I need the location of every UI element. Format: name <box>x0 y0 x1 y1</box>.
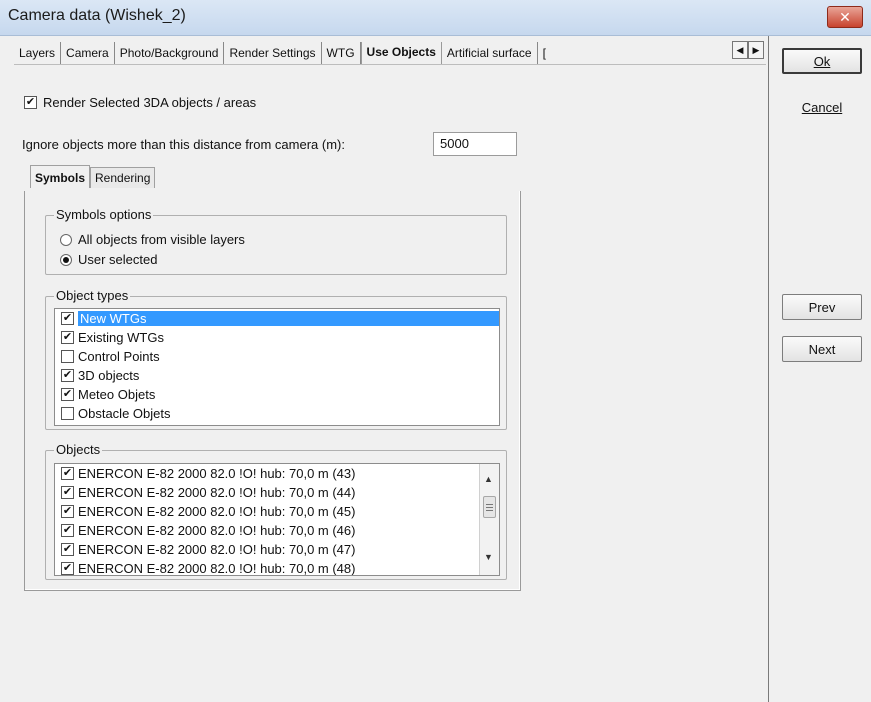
item-checkbox[interactable]: ✔ <box>61 331 74 344</box>
scroll-up-icon[interactable]: ▲ <box>484 474 493 484</box>
item-checkbox[interactable]: ✔ <box>61 369 74 382</box>
arrow-left-icon: ◀ <box>736 44 744 55</box>
render-selected-checkbox[interactable]: ✔ <box>24 96 37 109</box>
tab-scroll-right-button[interactable]: ▶ <box>748 41 764 59</box>
item-checkbox[interactable]: ✔ <box>61 543 74 556</box>
tab-layers[interactable]: Layers <box>14 42 62 64</box>
symbols-options-title: Symbols options <box>54 207 154 222</box>
radio-user-selected[interactable] <box>60 253 72 266</box>
arrow-right-icon: ▶ <box>752 44 760 55</box>
distance-row: Ignore objects more than this distance f… <box>22 137 345 152</box>
ok-button-label: Ok <box>813 53 831 69</box>
tab-render-settings[interactable]: Render Settings <box>224 42 322 64</box>
item-label: Control Points <box>78 349 160 364</box>
objects-group: Objects ✔ ENERCON E-82 2000 82.0 !O! hub… <box>45 442 507 580</box>
objects-title: Objects <box>54 442 103 457</box>
render-selected-checkbox-row[interactable]: ✔ Render Selected 3DA objects / areas <box>24 95 256 110</box>
option-all-objects[interactable]: All objects from visible layers <box>60 232 245 247</box>
item-checkbox[interactable]: ✔ <box>61 388 74 401</box>
list-item[interactable]: ✔ Existing WTGs <box>55 328 499 347</box>
close-button[interactable]: ✕ <box>827 6 863 28</box>
tab-rendering[interactable]: Rendering <box>90 167 156 188</box>
objects-scrollbar[interactable]: ▲ ▼ <box>479 464 499 575</box>
tab-symbols[interactable]: Symbols <box>30 165 91 188</box>
close-icon: ✕ <box>839 8 851 25</box>
tab-artificial-surface[interactable]: Artificial surface <box>442 42 538 64</box>
list-item[interactable]: ✔ ENERCON E-82 2000 82.0 !O! hub: 70,0 m… <box>55 540 499 559</box>
item-checkbox[interactable]: ✔ <box>61 486 74 499</box>
object-types-group: Object types ✔ New WTGs ✔ Existing WTGs … <box>45 288 507 430</box>
objects-list[interactable]: ✔ ENERCON E-82 2000 82.0 !O! hub: 70,0 m… <box>54 463 500 576</box>
tab-use-objects[interactable]: Use Objects <box>360 42 442 64</box>
object-types-title: Object types <box>54 288 131 303</box>
item-label: ENERCON E-82 2000 82.0 !O! hub: 70,0 m (… <box>78 485 356 500</box>
item-checkbox[interactable]: ✔ <box>61 505 74 518</box>
option-all-objects-label: All objects from visible layers <box>78 232 245 247</box>
item-checkbox[interactable]: ✔ <box>61 312 74 325</box>
tab-scroll-arrows: ◀ ▶ <box>732 41 764 59</box>
cancel-button-label: Cancel <box>801 99 843 115</box>
tab-camera[interactable]: Camera <box>61 42 115 64</box>
item-checkbox[interactable]: ✔ <box>61 524 74 537</box>
tab-truncated[interactable]: [ <box>538 42 551 64</box>
next-button[interactable]: Next <box>782 336 862 362</box>
inner-tab-strip: Symbols Rendering <box>30 165 156 188</box>
list-item[interactable]: Control Points <box>55 347 499 366</box>
item-label: Obstacle Objets <box>78 406 171 421</box>
list-item[interactable]: ✔ 3D objects <box>55 366 499 385</box>
list-item[interactable]: ✔ ENERCON E-82 2000 82.0 !O! hub: 70,0 m… <box>55 464 499 483</box>
item-checkbox[interactable]: ✔ <box>61 562 74 575</box>
list-item[interactable]: ✔ ENERCON E-82 2000 82.0 !O! hub: 70,0 m… <box>55 521 499 540</box>
scrollbar-thumb[interactable] <box>483 496 496 518</box>
list-item[interactable]: ✔ New WTGs <box>55 309 499 328</box>
title-bar: Camera data (Wishek_2) ✕ <box>0 0 871 36</box>
item-checkbox[interactable] <box>61 350 74 363</box>
item-label: ENERCON E-82 2000 82.0 !O! hub: 70,0 m (… <box>78 561 356 576</box>
divider <box>768 36 769 702</box>
window-title: Camera data (Wishek_2) <box>8 7 186 24</box>
list-item[interactable]: ✔ ENERCON E-82 2000 82.0 !O! hub: 70,0 m… <box>55 559 499 576</box>
option-user-selected-label: User selected <box>78 252 158 267</box>
symbols-panel: Symbols options All objects from visible… <box>24 191 521 591</box>
symbols-options-group: Symbols options All objects from visible… <box>45 207 507 275</box>
prev-button[interactable]: Prev <box>782 294 862 320</box>
list-item[interactable]: ✔ ENERCON E-82 2000 82.0 !O! hub: 70,0 m… <box>55 502 499 521</box>
tab-scroll-left-button[interactable]: ◀ <box>732 41 748 59</box>
list-item[interactable]: ✔ Meteo Objets <box>55 385 499 404</box>
scroll-down-icon[interactable]: ▼ <box>484 552 493 562</box>
item-label: Existing WTGs <box>78 330 164 345</box>
radio-all-objects[interactable] <box>60 233 72 246</box>
item-label: Meteo Objets <box>78 387 156 402</box>
option-user-selected[interactable]: User selected <box>60 252 157 267</box>
list-item[interactable]: Obstacle Objets <box>55 404 499 423</box>
item-label: ENERCON E-82 2000 82.0 !O! hub: 70,0 m (… <box>78 542 356 557</box>
item-label: 3D objects <box>78 368 140 383</box>
render-selected-label: Render Selected 3DA objects / areas <box>43 95 257 110</box>
cancel-button[interactable]: Cancel <box>782 94 862 120</box>
item-label: ENERCON E-82 2000 82.0 !O! hub: 70,0 m (… <box>78 523 356 538</box>
tab-wtg[interactable]: WTG <box>322 42 361 64</box>
next-button-label: Next <box>808 341 836 357</box>
prev-button-label: Prev <box>808 299 836 315</box>
item-label: ENERCON E-82 2000 82.0 !O! hub: 70,0 m (… <box>78 466 356 481</box>
item-label: ENERCON E-82 2000 82.0 !O! hub: 70,0 m (… <box>78 504 356 519</box>
ok-button[interactable]: Ok <box>782 48 862 74</box>
object-types-list[interactable]: ✔ New WTGs ✔ Existing WTGs Control Point… <box>54 308 500 426</box>
item-checkbox[interactable] <box>61 407 74 420</box>
item-checkbox[interactable]: ✔ <box>61 467 74 480</box>
list-item[interactable]: ✔ ENERCON E-82 2000 82.0 !O! hub: 70,0 m… <box>55 483 499 502</box>
tab-photo-background[interactable]: Photo/Background <box>115 42 225 64</box>
item-label: New WTGs <box>78 311 499 326</box>
distance-label: Ignore objects more than this distance f… <box>22 137 345 152</box>
distance-input[interactable]: 5000 <box>433 132 517 156</box>
main-tab-strip: Layers Camera Photo/Background Render Se… <box>14 42 754 64</box>
